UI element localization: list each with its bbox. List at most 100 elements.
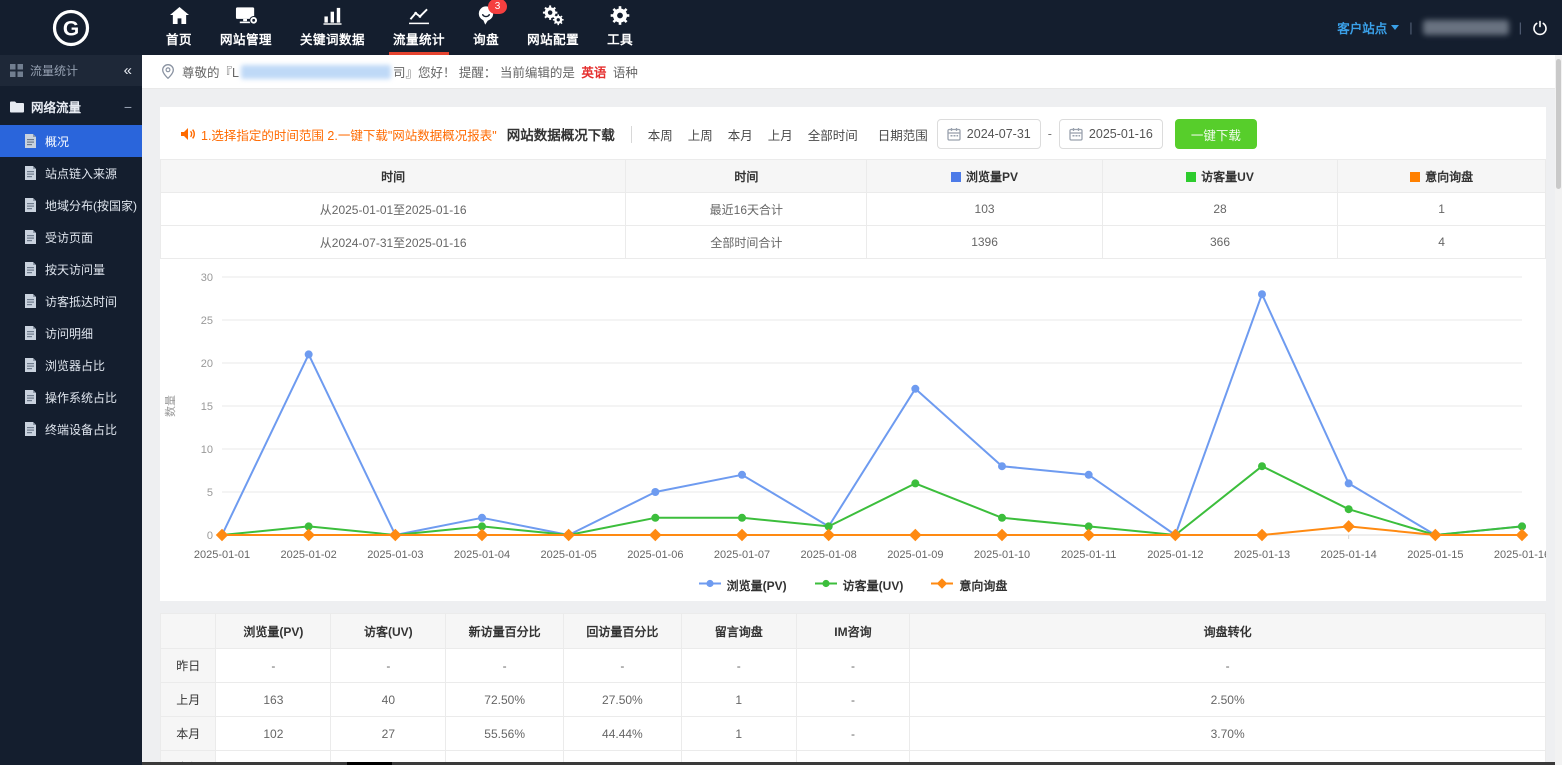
summary-column-header: 意向询盘 bbox=[1338, 160, 1546, 193]
stats-cell: - bbox=[564, 649, 682, 683]
stats-table-row: 本月1022755.56%44.44%1-3.70% bbox=[161, 717, 1546, 751]
quick-range-links: 本周上周本月上月全部时间 bbox=[648, 125, 858, 144]
stats-cell: - bbox=[446, 649, 564, 683]
stats-cell: - bbox=[910, 649, 1546, 683]
summary-cell: 4 bbox=[1338, 226, 1546, 259]
tools-icon bbox=[609, 5, 631, 26]
home-icon bbox=[169, 5, 190, 26]
svg-text:30: 30 bbox=[201, 272, 213, 284]
stats-cell: 27 bbox=[331, 717, 446, 751]
svg-text:2025-01-01: 2025-01-01 bbox=[194, 549, 250, 561]
summary-cell: 全部时间合计 bbox=[626, 226, 867, 259]
row-label: 上月 bbox=[161, 683, 216, 717]
stats-cell: - bbox=[681, 649, 796, 683]
divider: | bbox=[1409, 20, 1412, 35]
svg-text:2025-01-10: 2025-01-10 bbox=[974, 549, 1030, 561]
nav-item-home[interactable]: 首页 bbox=[152, 0, 206, 55]
nav-item-label: 询盘 bbox=[473, 29, 499, 48]
quick-range-link[interactable]: 上周 bbox=[688, 125, 713, 144]
content-inner: 1.选择指定的时间范围 2.一键下载"网站数据概况报表" 网站数据概况下载 本周… bbox=[142, 89, 1562, 765]
notice-bar: 尊敬的『L司』您好！ 提醒： 当前编辑的是 英语 语种 bbox=[142, 55, 1562, 89]
calendar-icon bbox=[1069, 127, 1083, 141]
sidebar-item-label: 地域分布(按国家) bbox=[45, 197, 137, 214]
report-download-title: 网站数据概况下载 bbox=[507, 124, 615, 144]
svg-text:2025-01-11: 2025-01-11 bbox=[1061, 549, 1116, 561]
quick-range-link[interactable]: 本月 bbox=[728, 125, 753, 144]
stats-cell: 55.56% bbox=[446, 717, 564, 751]
sidebar-item[interactable]: 终端设备占比 bbox=[0, 413, 142, 445]
nav-item-traffic-stats[interactable]: 流量统计 bbox=[379, 0, 459, 55]
vertical-scrollbar-thumb[interactable] bbox=[1556, 59, 1561, 189]
svg-text:0: 0 bbox=[207, 530, 213, 542]
stats-cell: 3.70% bbox=[910, 717, 1546, 751]
svg-text:2025-01-06: 2025-01-06 bbox=[627, 549, 683, 561]
summary-column-header: 访客量UV bbox=[1102, 160, 1337, 193]
stats-cell: - bbox=[331, 649, 446, 683]
legend-item[interactable]: 访客量(UV) bbox=[815, 576, 904, 594]
stats-cell: 44.44% bbox=[564, 717, 682, 751]
date-range-dash: - bbox=[1048, 127, 1052, 141]
notice-tail: 语种 bbox=[613, 66, 638, 80]
nav-item-keyword-data[interactable]: 关键词数据 bbox=[286, 0, 379, 55]
logout-button[interactable] bbox=[1532, 20, 1548, 36]
svg-text:5: 5 bbox=[207, 487, 213, 499]
summary-cell: 从2024-07-31至2025-01-16 bbox=[161, 226, 626, 259]
sidebar-item[interactable]: 站点链入来源 bbox=[0, 157, 142, 189]
company-name-redacted bbox=[241, 65, 391, 79]
collapse-minus-icon[interactable]: − bbox=[124, 100, 132, 114]
sidebar-group-network-traffic[interactable]: 网络流量 − bbox=[0, 86, 142, 125]
quick-range-link[interactable]: 全部时间 bbox=[808, 125, 858, 144]
speaker-icon bbox=[180, 127, 196, 141]
legend-item[interactable]: 意向询盘 bbox=[931, 576, 1007, 594]
sidebar-item[interactable]: 访客抵达时间 bbox=[0, 285, 142, 317]
sidebar-item[interactable]: 概况 bbox=[0, 125, 142, 157]
nav-item-site-config[interactable]: 网站配置 bbox=[513, 0, 593, 55]
inquiry-icon: 3 bbox=[475, 5, 497, 26]
toolbar: 1.选择指定的时间范围 2.一键下载"网站数据概况报表" 网站数据概况下载 本周… bbox=[160, 107, 1546, 159]
sidebar-item-label: 浏览器占比 bbox=[45, 357, 105, 374]
nav-item-label: 网站配置 bbox=[527, 29, 579, 48]
sidebar-group-label: 网络流量 bbox=[31, 97, 117, 116]
sidebar-item[interactable]: 地域分布(按国家) bbox=[0, 189, 142, 221]
summary-cell: 103 bbox=[867, 193, 1102, 226]
stats-column-header: 回访量百分比 bbox=[564, 614, 682, 649]
nav-item-label: 流量统计 bbox=[393, 29, 445, 48]
sidebar-item[interactable]: 浏览器占比 bbox=[0, 349, 142, 381]
sidebar-collapse-button[interactable]: « bbox=[124, 63, 132, 78]
folder-icon bbox=[10, 101, 24, 113]
power-icon bbox=[1532, 20, 1548, 36]
nav-item-label: 网站管理 bbox=[220, 29, 272, 48]
toolbar-tip: 1.选择指定的时间范围 2.一键下载"网站数据概况报表" bbox=[201, 125, 497, 144]
legend-item[interactable]: 浏览量(PV) bbox=[699, 576, 787, 594]
doc-icon bbox=[24, 390, 37, 404]
stats-cell: - bbox=[796, 683, 910, 717]
nav-item-tools[interactable]: 工具 bbox=[593, 0, 647, 55]
brand-logo[interactable]: G bbox=[0, 0, 142, 55]
nav-item-inquiry[interactable]: 3 询盘 bbox=[459, 0, 513, 55]
stats-panel: 浏览量(PV)访客(UV)新访量百分比回访量百分比留言询盘IM咨询询盘转化 昨日… bbox=[160, 613, 1546, 765]
nav-item-label: 关键词数据 bbox=[300, 29, 365, 48]
sidebar-item[interactable]: 操作系统占比 bbox=[0, 381, 142, 413]
traffic-line-chart: 0510152025302025-01-012025-01-022025-01-… bbox=[160, 259, 1546, 601]
vertical-scrollbar[interactable] bbox=[1555, 55, 1562, 765]
quick-range-link[interactable]: 上月 bbox=[768, 125, 793, 144]
sidebar-item-label: 受访页面 bbox=[45, 229, 93, 246]
doc-icon bbox=[24, 198, 37, 212]
stats-cell: 72.50% bbox=[446, 683, 564, 717]
nav-item-site-manage[interactable]: 网站管理 bbox=[206, 0, 286, 55]
customer-site-dropdown[interactable]: 客户站点 bbox=[1337, 18, 1399, 37]
sidebar-item[interactable]: 按天访问量 bbox=[0, 253, 142, 285]
legend-label: 访客量(UV) bbox=[843, 577, 904, 594]
quick-range-link[interactable]: 本周 bbox=[648, 125, 673, 144]
date-from-input[interactable]: 2024-07-31 bbox=[937, 119, 1041, 149]
svg-text:2025-01-16: 2025-01-16 bbox=[1494, 549, 1546, 561]
download-button[interactable]: 一键下载 bbox=[1175, 119, 1257, 149]
chart-legend: 浏览量(PV) 访客量(UV) 意向询盘 bbox=[160, 569, 1546, 601]
date-range-label: 日期范围 bbox=[878, 125, 928, 144]
sidebar-item[interactable]: 受访页面 bbox=[0, 221, 142, 253]
sidebar-item-label: 站点链入来源 bbox=[45, 165, 117, 182]
stats-cell: 27.50% bbox=[564, 683, 682, 717]
legend-label: 意向询盘 bbox=[959, 577, 1007, 594]
sidebar-item[interactable]: 访问明细 bbox=[0, 317, 142, 349]
date-to-input[interactable]: 2025-01-16 bbox=[1059, 119, 1163, 149]
